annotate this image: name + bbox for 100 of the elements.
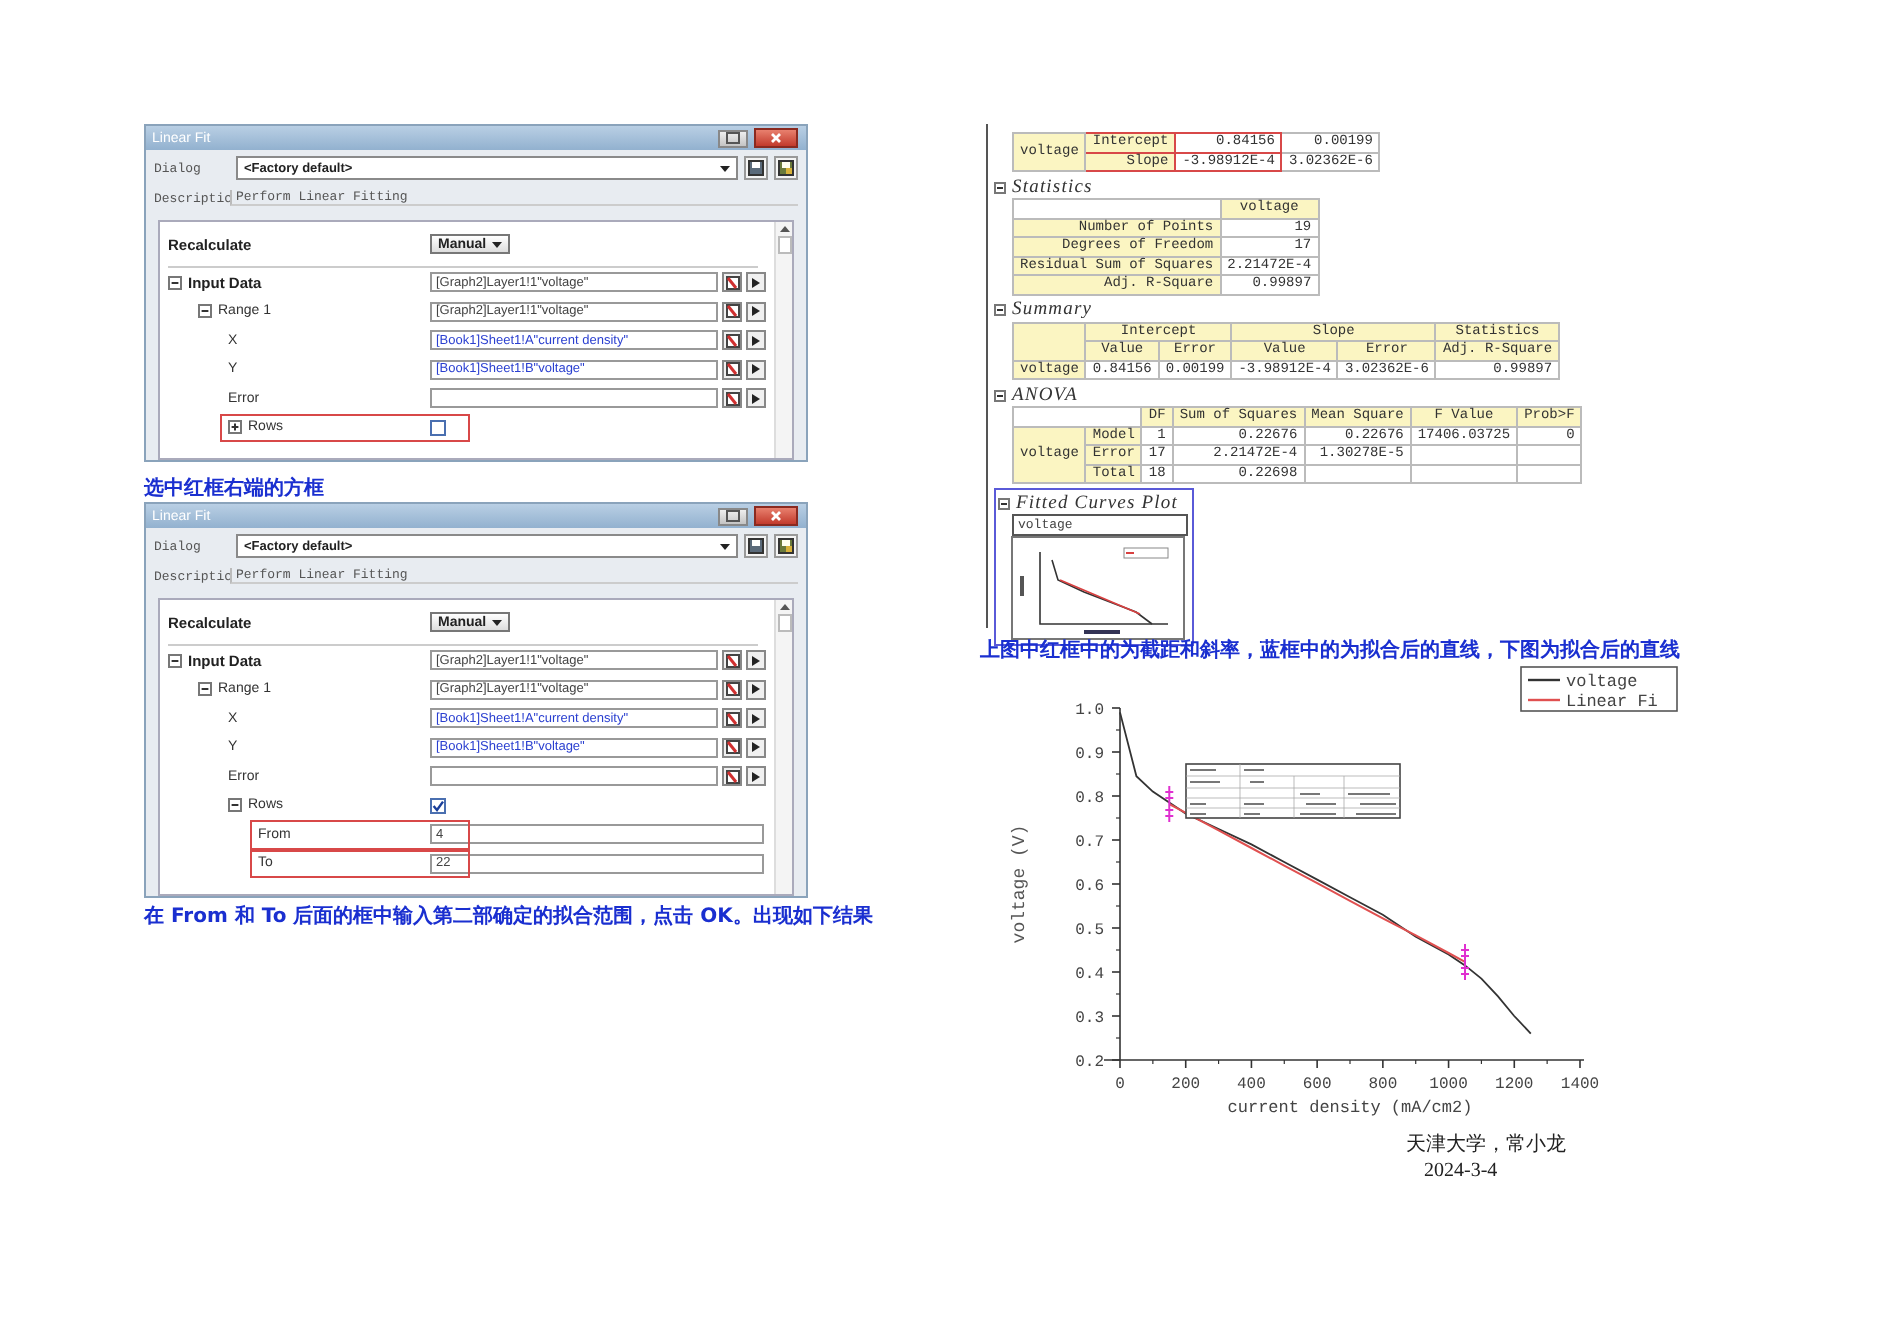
tick-label: 0.5 <box>1075 922 1104 940</box>
range-marker <box>1460 942 1470 981</box>
tick-label: 0.8 <box>1075 790 1104 808</box>
menu-arrow-button[interactable] <box>746 679 766 700</box>
caret-icon <box>720 543 730 549</box>
checkbox[interactable] <box>430 797 446 814</box>
axis-title: voltage (V) <box>1010 824 1030 944</box>
menu-arrow-button[interactable] <box>746 359 766 380</box>
window-icon <box>726 132 740 144</box>
triangle-icon <box>752 655 760 666</box>
section-title: Summary <box>1012 300 1093 320</box>
menu-arrow-button[interactable] <box>746 272 766 293</box>
range-select-button[interactable] <box>722 650 742 671</box>
maximize-button[interactable] <box>718 507 748 525</box>
menu-arrow-button[interactable] <box>746 737 766 758</box>
caret-icon <box>492 619 502 625</box>
triangle-icon <box>752 713 760 724</box>
close-button[interactable] <box>754 506 798 526</box>
save-button[interactable] <box>744 534 768 558</box>
caption-text: 在 From 和 To 后面的框中输入第二部确定的拟合范围，点击 OK。出现如下结果 <box>144 906 873 930</box>
range-marker <box>1164 784 1175 823</box>
floppy-icon <box>778 538 794 554</box>
author-text: 天津大学，常小龙 <box>1406 1132 1566 1158</box>
arrow-grid-icon <box>725 304 739 319</box>
section-title: ANOVA <box>1012 385 1078 405</box>
legend-label: Linear Fi <box>1566 692 1658 712</box>
checkmark-icon <box>432 799 444 812</box>
section-title: Statistics <box>1012 177 1093 197</box>
tick-label: 600 <box>1302 1076 1332 1094</box>
range-select-button[interactable] <box>722 708 742 729</box>
caption-text: 选中红框右端的方框 <box>144 478 324 502</box>
window-icon <box>726 510 740 522</box>
close-button[interactable] <box>754 128 798 148</box>
triangle-icon <box>752 771 760 782</box>
close-icon <box>770 510 782 522</box>
range-select-button[interactable] <box>722 301 742 322</box>
collapse-icon <box>994 181 1006 193</box>
menu-arrow-button[interactable] <box>746 650 766 671</box>
scrollbar-thumb[interactable] <box>777 614 791 632</box>
tick-label: 0.2 <box>1075 1054 1104 1072</box>
range-select-button[interactable] <box>722 388 742 409</box>
triangle-icon <box>752 684 760 695</box>
arrow-grid-icon <box>725 275 739 290</box>
triangle-icon <box>752 393 760 404</box>
menu-arrow-button[interactable] <box>746 388 766 409</box>
save-as-button[interactable] <box>774 156 798 180</box>
floppy-icon <box>778 160 794 176</box>
tick-label: 800 <box>1368 1076 1398 1094</box>
tick-label: 0.4 <box>1075 966 1104 984</box>
range-select-button[interactable] <box>722 737 742 758</box>
triangle-icon <box>752 306 760 317</box>
menu-arrow-button[interactable] <box>746 330 766 351</box>
caption-text: 上图中红框中的为截距和斜率，蓝框中的为拟合后的直线，下图为拟合后的直线 <box>980 640 1680 664</box>
axis-title: current density (mA/cm2) <box>1227 1098 1473 1116</box>
legend-label: voltage <box>1566 672 1638 692</box>
tick-label: 0.6 <box>1075 878 1104 896</box>
tick-label: 200 <box>1171 1076 1201 1094</box>
menu-arrow-button[interactable] <box>746 301 766 322</box>
triangle-icon <box>752 277 760 288</box>
save-button[interactable] <box>744 156 768 180</box>
tick-label: 0.3 <box>1075 1010 1104 1028</box>
range-select-button[interactable] <box>722 679 742 700</box>
floppy-icon <box>748 538 764 554</box>
range-field[interactable] <box>430 388 718 409</box>
arrow-grid-icon <box>725 653 739 668</box>
arrow-grid-icon <box>725 333 739 348</box>
scrollbar-thumb[interactable] <box>777 236 791 254</box>
triangle-icon <box>752 364 760 375</box>
date-text: 2024-3-4 <box>1424 1158 1498 1184</box>
collapse-icon <box>994 304 1006 316</box>
tick-label: 400 <box>1237 1076 1266 1094</box>
range-select-button[interactable] <box>722 330 742 351</box>
arrow-grid-icon <box>725 391 739 406</box>
menu-arrow-button[interactable] <box>746 766 766 787</box>
range-select-button[interactable] <box>722 359 742 380</box>
floppy-icon <box>748 160 764 176</box>
triangle-icon <box>752 335 760 346</box>
collapse-icon <box>998 497 1010 509</box>
range-select-button[interactable] <box>722 272 742 293</box>
tick-label: 1400 <box>1560 1076 1600 1094</box>
range-select-button[interactable] <box>722 766 742 787</box>
triangle-icon <box>752 742 760 753</box>
section-title: Fitted Curves Plot <box>1016 493 1178 513</box>
caret-icon <box>720 165 730 171</box>
tick-label: 1.0 <box>1075 702 1104 720</box>
tick-label: 1200 <box>1495 1076 1534 1094</box>
tick-label: 0 <box>1115 1076 1125 1094</box>
arrow-grid-icon <box>725 362 739 377</box>
collapse-icon <box>994 389 1006 401</box>
tick-label: 1000 <box>1429 1076 1468 1094</box>
arrow-grid-icon <box>725 769 739 784</box>
arrow-grid-icon <box>725 740 739 755</box>
checkbox[interactable] <box>430 419 446 436</box>
scroll-up-icon <box>779 226 789 232</box>
maximize-button[interactable] <box>718 129 748 147</box>
menu-arrow-button[interactable] <box>746 708 766 729</box>
range-field[interactable] <box>430 766 718 787</box>
save-as-button[interactable] <box>774 534 798 558</box>
tick-label: 0.9 <box>1075 746 1104 764</box>
scroll-up-icon <box>779 604 789 610</box>
